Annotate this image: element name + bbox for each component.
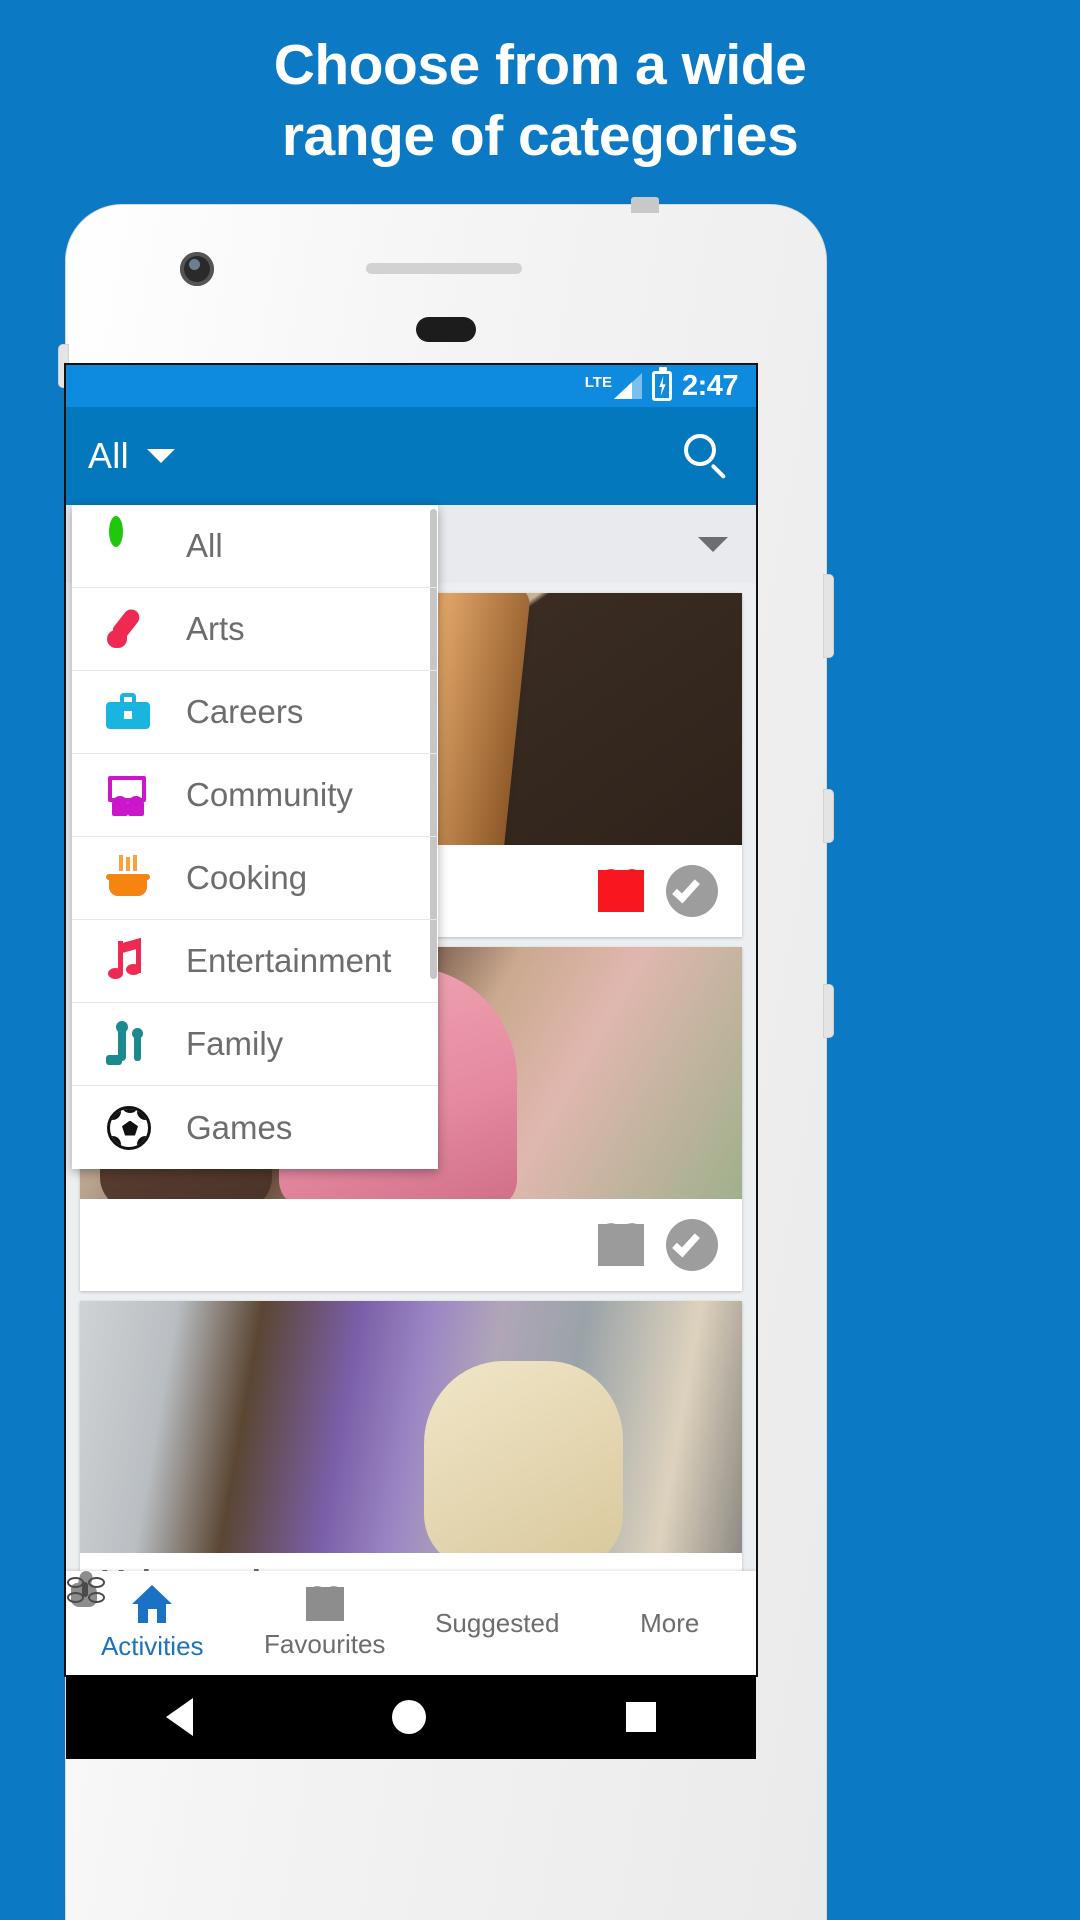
status-bar-clock: 2:47 (681, 369, 739, 402)
home-icon (132, 1584, 173, 1623)
paintbrush-icon (106, 606, 152, 652)
chevron-down-icon (146, 449, 175, 463)
cooking-pot-icon (106, 855, 152, 901)
phone-mockup: LTE 2:47 All Main Program (59, 197, 833, 1920)
family-figures-icon (106, 1021, 152, 1067)
hardware-home-button[interactable] (416, 317, 476, 342)
phone-side-button (824, 985, 833, 1037)
favourite-heart-icon[interactable] (598, 1224, 644, 1266)
music-note-icon (106, 937, 152, 984)
dropdown-item-all[interactable]: All (72, 505, 438, 588)
dropdown-item-label: Community (186, 776, 353, 813)
heart-icon (305, 1586, 344, 1621)
nav-tab-label: Favourites (264, 1628, 386, 1659)
headline-line-2: range of categories (281, 103, 799, 168)
network-label: LTE (584, 374, 612, 391)
phone-top-nub (631, 197, 659, 213)
android-system-nav (66, 1675, 756, 1759)
circle-home-icon[interactable] (392, 1700, 427, 1734)
dropdown-item-careers[interactable]: Careers (72, 671, 438, 754)
square-recents-icon[interactable] (626, 1702, 657, 1732)
circle-outline-icon (106, 516, 152, 569)
triangle-back-icon[interactable] (165, 1698, 193, 1736)
bottom-navigation: Activities Favourites Suggested More (66, 1569, 757, 1675)
dropdown-item-label: Arts (186, 610, 245, 647)
dropdown-item-arts[interactable]: Arts (72, 588, 438, 671)
signal-bars-icon (613, 373, 642, 399)
phone-screen: LTE 2:47 All Main Program (66, 365, 756, 1675)
volunteering-food-photo (80, 1301, 742, 1553)
phone-power-button (824, 790, 833, 842)
dropdown-item-label: Entertainment (186, 942, 392, 979)
chevron-down-icon (698, 536, 728, 552)
dropdown-item-family[interactable]: Family (72, 1003, 438, 1086)
attend-check-icon[interactable] (666, 865, 718, 917)
nav-tab-label: Activities (100, 1630, 204, 1661)
dropdown-item-label: Cooking (186, 859, 308, 896)
headline-line-1: Choose from a wide (273, 33, 807, 97)
promo-headline: Choose from a wide range of categories (0, 30, 1080, 171)
dropdown-item-community[interactable]: Community (72, 754, 438, 837)
soccer-ball-icon (106, 1105, 152, 1151)
category-filter-spinner[interactable]: All (88, 435, 175, 477)
nav-tab-label: Suggested (435, 1607, 560, 1638)
dropdown-item-label: Family (186, 1025, 284, 1062)
category-filter-label: All (88, 435, 129, 476)
dropdown-item-cooking[interactable]: Cooking (72, 837, 438, 920)
nav-tab-favourites[interactable]: Favourites (239, 1571, 412, 1675)
dropdown-item-label: Careers (186, 693, 304, 730)
dropdown-item-entertainment[interactable]: Entertainment (72, 920, 438, 1003)
battery-charging-icon (651, 367, 672, 401)
dropdown-item-label: All (186, 527, 223, 564)
nav-tab-label: More (640, 1607, 700, 1638)
category-dropdown-menu[interactable]: All Arts Careers Community Cooking Enter… (72, 505, 438, 1169)
app-bar: All (66, 407, 756, 505)
status-bar: LTE 2:47 (66, 365, 756, 407)
nav-tab-suggested[interactable]: Suggested (71, 1569, 584, 1675)
more-grid-icon (66, 1571, 106, 1609)
earpiece-speaker (366, 263, 522, 274)
nav-tab-more[interactable]: More (67, 1571, 757, 1675)
favourite-heart-icon[interactable] (598, 870, 644, 912)
search-icon[interactable] (682, 432, 730, 480)
attend-check-icon[interactable] (666, 1219, 718, 1271)
people-board-icon (106, 772, 152, 818)
front-camera-icon (180, 252, 214, 286)
briefcase-icon (106, 689, 152, 735)
network-status: LTE (585, 373, 642, 399)
phone-volume-button (824, 575, 833, 657)
dropdown-item-games[interactable]: Games (72, 1086, 438, 1169)
dropdown-item-label: Games (186, 1108, 293, 1146)
